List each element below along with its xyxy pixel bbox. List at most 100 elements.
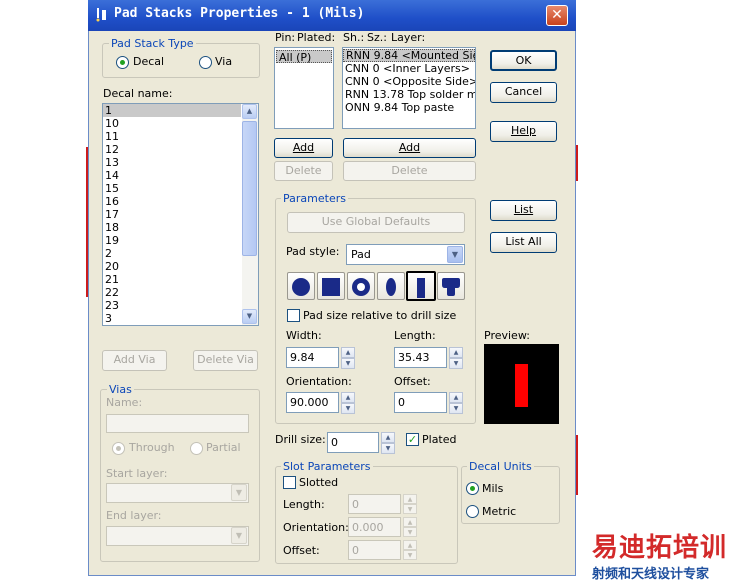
pin-add-label: Add xyxy=(292,141,315,154)
slot-length-label: Length: xyxy=(283,498,325,511)
use-global-defaults-button[interactable]: Use Global Defaults xyxy=(287,212,465,233)
scroll-up-arrow[interactable]: ▲ xyxy=(242,104,257,119)
end-layer-select[interactable] xyxy=(106,526,249,546)
decal-list-item[interactable]: 2 xyxy=(103,247,241,260)
partial-radio[interactable] xyxy=(190,442,203,455)
via-radio[interactable] xyxy=(199,56,212,69)
drill-size-label: Drill size: xyxy=(275,433,326,446)
close-button[interactable]: ✕ xyxy=(546,5,568,26)
decal-list-item[interactable]: 22 xyxy=(103,286,241,299)
layer-list[interactable]: RNN 9.84 <Mounted Side>CNN 0 <Inner Laye… xyxy=(342,47,476,129)
layer-list-item[interactable]: ONN 9.84 Top paste xyxy=(343,101,475,114)
length-spinner[interactable]: ▲ ▼ xyxy=(449,347,463,369)
layer-add-button[interactable]: Add xyxy=(343,138,476,158)
slot-parameters-legend: Slot Parameters xyxy=(281,460,373,473)
orientation-spinner[interactable]: ▲ ▼ xyxy=(341,392,355,414)
cancel-button[interactable]: Cancel xyxy=(490,82,557,103)
mils-radio[interactable] xyxy=(466,482,479,495)
decal-list-item[interactable]: 13 xyxy=(103,156,241,169)
app-icon xyxy=(94,6,110,22)
parameters-legend: Parameters xyxy=(281,192,348,205)
slot-length-spinner[interactable]: ▲ ▼ xyxy=(403,494,417,514)
layer-header: Layer: xyxy=(391,31,426,44)
oval-pad-button[interactable] xyxy=(377,272,405,300)
watermark-line1: 易迪拓培训 xyxy=(592,533,728,563)
layer-delete-button[interactable]: Delete xyxy=(343,161,476,181)
decal-list-item[interactable]: 19 xyxy=(103,234,241,247)
decal-list-item[interactable]: 12 xyxy=(103,143,241,156)
start-layer-select[interactable] xyxy=(106,483,249,503)
width-spinner[interactable]: ▲ ▼ xyxy=(341,347,355,369)
decal-list-item[interactable]: 1 xyxy=(103,104,241,117)
via-name-label: Name: xyxy=(106,396,143,409)
width-label: Width: xyxy=(286,329,322,342)
pin-delete-button[interactable]: Delete xyxy=(274,161,333,181)
pad-style-label: Pad style: xyxy=(286,245,340,258)
decal-list-item[interactable]: 20 xyxy=(103,260,241,273)
decal-list-item[interactable]: 17 xyxy=(103,208,241,221)
length-input[interactable]: 35.43 xyxy=(394,347,447,368)
width-input[interactable]: 9.84 xyxy=(286,347,339,368)
drill-size-input[interactable]: 0 xyxy=(327,432,379,453)
scroll-down-arrow[interactable]: ▼ xyxy=(242,309,257,324)
layer-list-item[interactable]: RNN 9.84 <Mounted Side> xyxy=(343,49,475,62)
custom-pad-icon xyxy=(442,278,460,296)
square-pad-button[interactable] xyxy=(317,272,345,300)
slot-orientation-input[interactable]: 0.000 xyxy=(348,517,401,537)
slot-orientation-spinner[interactable]: ▲ ▼ xyxy=(403,517,417,537)
slot-length-input[interactable]: 0 xyxy=(348,494,401,514)
delete-via-button[interactable]: Delete Via xyxy=(193,350,258,371)
via-name-input[interactable] xyxy=(106,414,249,433)
custom-pad-button[interactable] xyxy=(437,272,465,300)
list-all-button[interactable]: List All xyxy=(490,232,557,253)
relative-size-label: Pad size relative to drill size xyxy=(303,309,457,322)
layer-list-item[interactable]: RNN 13.78 Top solder mas xyxy=(343,88,475,101)
decal-list-item[interactable]: 15 xyxy=(103,182,241,195)
drill-size-spinner[interactable]: ▲ ▼ xyxy=(381,432,395,454)
offset-spinner[interactable]: ▲ ▼ xyxy=(449,392,463,414)
decal-list-item[interactable]: 23 xyxy=(103,299,241,312)
preview-label: Preview: xyxy=(484,329,530,342)
preview-pad xyxy=(515,364,528,407)
round-pad-button[interactable] xyxy=(287,272,315,300)
length-label: Length: xyxy=(394,329,436,342)
plated-checkbox[interactable]: ✓ xyxy=(406,433,419,446)
annular-pad-button[interactable] xyxy=(347,272,375,300)
help-button[interactable]: Help xyxy=(490,121,557,142)
pin-list-item[interactable]: All (P) xyxy=(276,50,332,64)
slotted-checkbox[interactable] xyxy=(283,476,296,489)
decal-list-item[interactable]: 18 xyxy=(103,221,241,234)
pin-list[interactable]: All (P) xyxy=(274,47,334,129)
decal-name-list[interactable]: 1 10 11 12 13 14 15 16 17 18 19 2 20 21 22 23 3 ▲ ▼ xyxy=(102,103,259,326)
decal-list-item[interactable]: 11 xyxy=(103,130,241,143)
pin-add-button[interactable]: Add xyxy=(274,138,333,158)
layer-list-item[interactable]: CNN 0 <Inner Layers> xyxy=(343,62,475,75)
help-label: Help xyxy=(510,124,537,137)
mils-radio-label: Mils xyxy=(482,482,504,495)
decal-list-item[interactable]: 10 xyxy=(103,117,241,130)
decal-list-item[interactable]: 21 xyxy=(103,273,241,286)
orientation-input[interactable]: 90.000 xyxy=(286,392,339,413)
metric-radio[interactable] xyxy=(466,505,479,518)
through-radio[interactable] xyxy=(112,442,125,455)
layer-list-item[interactable]: CNN 0 <Opposite Side> xyxy=(343,75,475,88)
decal-list-scrollbar[interactable]: ▲ ▼ xyxy=(242,104,258,325)
end-layer-dropdown-arrow[interactable]: ▼ xyxy=(231,527,247,544)
shape-header: Sh.: xyxy=(343,31,365,44)
pad-style-dropdown-arrow[interactable]: ▼ xyxy=(447,246,463,263)
ok-button[interactable]: OK xyxy=(490,50,557,71)
rectangle-pad-button[interactable] xyxy=(406,271,436,301)
slotted-label: Slotted xyxy=(299,476,339,489)
slot-offset-input[interactable]: 0 xyxy=(348,540,401,560)
offset-input[interactable]: 0 xyxy=(394,392,447,413)
slot-offset-spinner[interactable]: ▲ ▼ xyxy=(403,540,417,560)
list-button[interactable]: List xyxy=(490,200,557,221)
scroll-thumb[interactable] xyxy=(242,121,257,256)
decal-radio[interactable] xyxy=(116,56,129,69)
decal-list-item[interactable]: 16 xyxy=(103,195,241,208)
relative-size-checkbox[interactable] xyxy=(287,309,300,322)
start-layer-dropdown-arrow[interactable]: ▼ xyxy=(231,484,247,501)
decal-list-item[interactable]: 14 xyxy=(103,169,241,182)
decal-list-item[interactable]: 3 xyxy=(103,312,241,325)
add-via-button[interactable]: Add Via xyxy=(102,350,167,371)
